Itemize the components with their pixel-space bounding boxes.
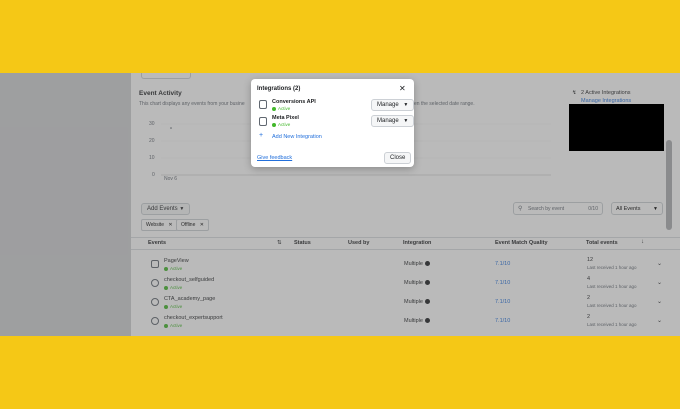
status-dot	[272, 106, 276, 111]
integration-name: Conversions API	[272, 99, 316, 105]
integration-status-label: Active	[278, 106, 291, 111]
plus-icon[interactable]: +	[259, 132, 263, 139]
manage-label: Manage	[377, 102, 399, 108]
manage-label: Manage	[377, 118, 399, 124]
integrations-dialog: Integrations (2) ✕ Conversions API Activ…	[251, 79, 415, 167]
integration-status: Active	[272, 106, 290, 111]
close-button[interactable]: Close	[384, 152, 412, 164]
integration-status: Active	[272, 122, 290, 127]
browser-icon	[259, 117, 267, 126]
give-feedback-link[interactable]: Give feedback	[257, 155, 292, 161]
page-scrollbar[interactable]	[666, 140, 672, 230]
integration-name: Meta Pixel	[272, 115, 299, 121]
manage-conversions-api-button[interactable]: Manage ▼	[371, 99, 415, 111]
redacted-block	[569, 104, 664, 151]
add-new-integration-link[interactable]: Add New Integration	[272, 134, 322, 140]
caret-down-icon: ▼	[403, 102, 409, 108]
close-icon[interactable]: ✕	[399, 84, 406, 93]
manage-meta-pixel-button[interactable]: Manage ▼	[371, 115, 415, 127]
caret-down-icon: ▼	[403, 118, 409, 124]
status-dot	[272, 122, 276, 127]
dialog-title: Integrations (2)	[257, 86, 301, 92]
database-icon	[259, 100, 267, 109]
integration-status-label: Active	[278, 122, 291, 127]
